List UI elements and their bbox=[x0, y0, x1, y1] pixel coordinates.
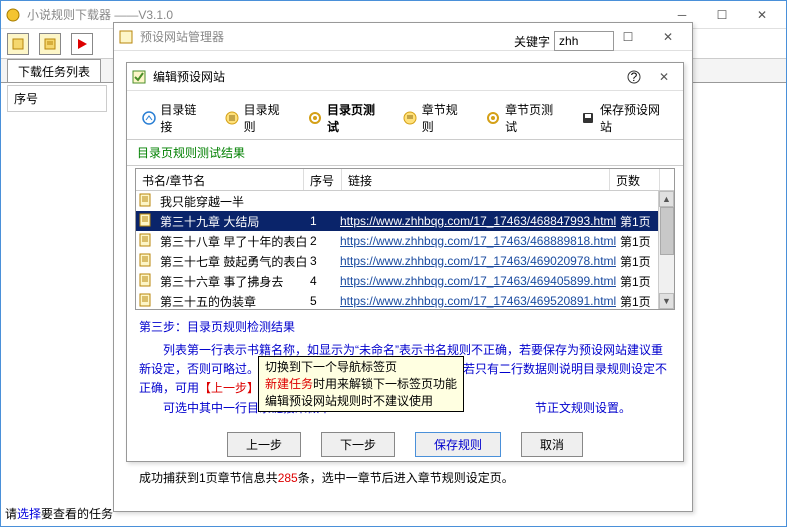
main-title: 小说规则下载器 ——V3.1.0 bbox=[27, 6, 662, 23]
prev-button[interactable]: 上一步 bbox=[227, 432, 301, 457]
table-body: 我只能穿越一半第三十九章 大结局1https://www.zhhbqg.com/… bbox=[136, 191, 674, 310]
scrollbar-thumb[interactable] bbox=[660, 207, 674, 255]
cell-seq: 5 bbox=[306, 292, 336, 310]
edit-icon bbox=[131, 69, 147, 85]
tab-dir-link-label: 目录链接 bbox=[160, 101, 206, 135]
scroll-up-button[interactable]: ▲ bbox=[659, 191, 674, 207]
doc-icon bbox=[138, 193, 154, 209]
close-button[interactable]: ✕ bbox=[742, 1, 782, 29]
table-row[interactable]: 第三十五的伪装章5https://www.zhhbqg.com/17_17463… bbox=[136, 291, 674, 310]
tab-chap-test-label: 章节页测试 bbox=[505, 101, 563, 135]
status-suffix: 要查看的任务 bbox=[41, 507, 113, 521]
cancel-button[interactable]: 取消 bbox=[521, 432, 583, 457]
tab-dir-rule-label: 目录规则 bbox=[244, 101, 290, 135]
table-row[interactable]: 第三十九章 大结局1https://www.zhhbqg.com/17_1746… bbox=[136, 211, 674, 231]
cell-seq: 2 bbox=[306, 232, 336, 250]
col-name[interactable]: 书名/章节名 bbox=[136, 169, 304, 190]
col-seq[interactable]: 序号 bbox=[304, 169, 342, 190]
tab-chap-rule-label: 章节规则 bbox=[422, 101, 468, 135]
toolbar-btn-1[interactable] bbox=[7, 33, 29, 55]
cell-link: https://www.zhhbqg.com/17_17463/46888981… bbox=[336, 232, 616, 250]
result-line: 成功捕获到1页章节信息共285条，选中一章节后进入章节规则设定页。 bbox=[127, 465, 683, 490]
col-page[interactable]: 页数 bbox=[610, 169, 660, 190]
table-row[interactable]: 第三十八章 早了十年的表白2https://www.zhhbqg.com/17_… bbox=[136, 231, 674, 251]
save-icon bbox=[581, 110, 596, 126]
doc-icon bbox=[138, 273, 154, 289]
next-button[interactable]: 下一步 bbox=[321, 432, 395, 457]
home-icon bbox=[141, 110, 156, 126]
status-bar: 请选择要查看的任务 bbox=[5, 505, 113, 522]
toolbar-play-button[interactable] bbox=[71, 33, 93, 55]
tab-chap-rule[interactable]: 章节规则 bbox=[396, 97, 473, 139]
edit-title: 编辑预设网站 bbox=[153, 68, 619, 85]
save-rule-button[interactable]: 保存规则 bbox=[415, 432, 501, 457]
tab-download-list[interactable]: 下载任务列表 bbox=[7, 59, 101, 82]
tab-dir-test-label: 目录页测试 bbox=[327, 101, 385, 135]
cell-link: https://www.zhhbqg.com/17_17463/46952089… bbox=[336, 292, 616, 310]
status-highlight: 选择 bbox=[17, 507, 41, 521]
tab-save[interactable]: 保存预设网站 bbox=[575, 97, 675, 139]
svg-text:?: ? bbox=[631, 70, 638, 84]
cell-name: 第三十七章 鼓起勇气的表白 bbox=[156, 251, 306, 272]
cell-name: 第三十五的伪装章 bbox=[156, 291, 306, 311]
cell-link: https://www.zhhbqg.com/17_17463/46940589… bbox=[336, 272, 616, 290]
cell-name: 第三十八章 早了十年的表白 bbox=[156, 231, 306, 252]
group-title: 目录页规则测试结果 bbox=[127, 140, 683, 166]
edit-titlebar: 编辑预设网站 ? ✕ bbox=[127, 63, 683, 91]
table-row[interactable]: 第三十六章 事了拂身去4https://www.zhhbqg.com/17_17… bbox=[136, 271, 674, 291]
cell-link: https://www.zhhbqg.com/17_17463/46902097… bbox=[336, 252, 616, 270]
cell-name: 第三十九章 大结局 bbox=[156, 211, 306, 232]
gear-icon bbox=[308, 110, 323, 126]
results-table: 书名/章节名 序号 链接 页数 我只能穿越一半第三十九章 大结局1https:/… bbox=[135, 168, 675, 310]
tooltip: 切换到下一个导航标签页 新建任务时用来解锁下一标签页功能 编辑预设网站规则时不建… bbox=[258, 356, 464, 412]
tab-dir-link[interactable]: 目录链接 bbox=[135, 97, 212, 139]
vertical-scrollbar[interactable]: ▲ ▼ bbox=[658, 191, 674, 309]
list-icon bbox=[402, 110, 417, 126]
scroll-down-button[interactable]: ▼ bbox=[659, 293, 674, 309]
preset-close-button[interactable]: ✕ bbox=[648, 23, 688, 51]
table-header: 书名/章节名 序号 链接 页数 bbox=[136, 169, 674, 191]
maximize-button[interactable]: ☐ bbox=[702, 1, 742, 29]
edit-tab-strip: 目录链接 目录规则 目录页测试 章节规则 章节页测试 保存预设网站 bbox=[127, 91, 683, 140]
cell-seq: 1 bbox=[306, 212, 336, 230]
button-row: 上一步 下一步 保存规则 取消 bbox=[127, 424, 683, 465]
preset-title: 预设网站管理器 bbox=[140, 28, 568, 45]
cell-name: 我只能穿越一半 bbox=[156, 191, 306, 212]
doc-icon bbox=[138, 253, 154, 269]
tab-save-label: 保存预设网站 bbox=[600, 101, 669, 135]
edit-help-button[interactable]: ? bbox=[619, 63, 649, 91]
tab-dir-rule[interactable]: 目录规则 bbox=[218, 97, 295, 139]
list-icon bbox=[224, 110, 239, 126]
gear-icon bbox=[486, 110, 501, 126]
toolbar-btn-2[interactable] bbox=[39, 33, 61, 55]
tab-chap-test[interactable]: 章节页测试 bbox=[480, 97, 569, 139]
app-icon bbox=[5, 7, 21, 23]
cell-seq: 4 bbox=[306, 272, 336, 290]
table-row[interactable]: 我只能穿越一半 bbox=[136, 191, 674, 211]
table-row[interactable]: 第三十七章 鼓起勇气的表白3https://www.zhhbqg.com/17_… bbox=[136, 251, 674, 271]
left-column: 序号 bbox=[7, 85, 107, 112]
preset-icon bbox=[118, 29, 134, 45]
edit-close-button[interactable]: ✕ bbox=[649, 63, 679, 91]
status-prefix: 请 bbox=[5, 507, 17, 521]
cell-name: 第三十六章 事了拂身去 bbox=[156, 271, 306, 292]
doc-icon bbox=[138, 293, 154, 309]
step3-title: 第三步：目录页规则检测结果 bbox=[139, 318, 671, 335]
cell-seq bbox=[306, 199, 336, 203]
cell-link bbox=[336, 199, 616, 203]
col-header-seq: 序号 bbox=[7, 85, 107, 112]
doc-icon bbox=[138, 233, 154, 249]
cell-link: https://www.zhhbqg.com/17_17463/46884799… bbox=[336, 212, 616, 230]
cell-seq: 3 bbox=[306, 252, 336, 270]
col-link[interactable]: 链接 bbox=[342, 169, 610, 190]
doc-icon bbox=[138, 213, 154, 229]
tab-dir-test[interactable]: 目录页测试 bbox=[302, 97, 391, 139]
